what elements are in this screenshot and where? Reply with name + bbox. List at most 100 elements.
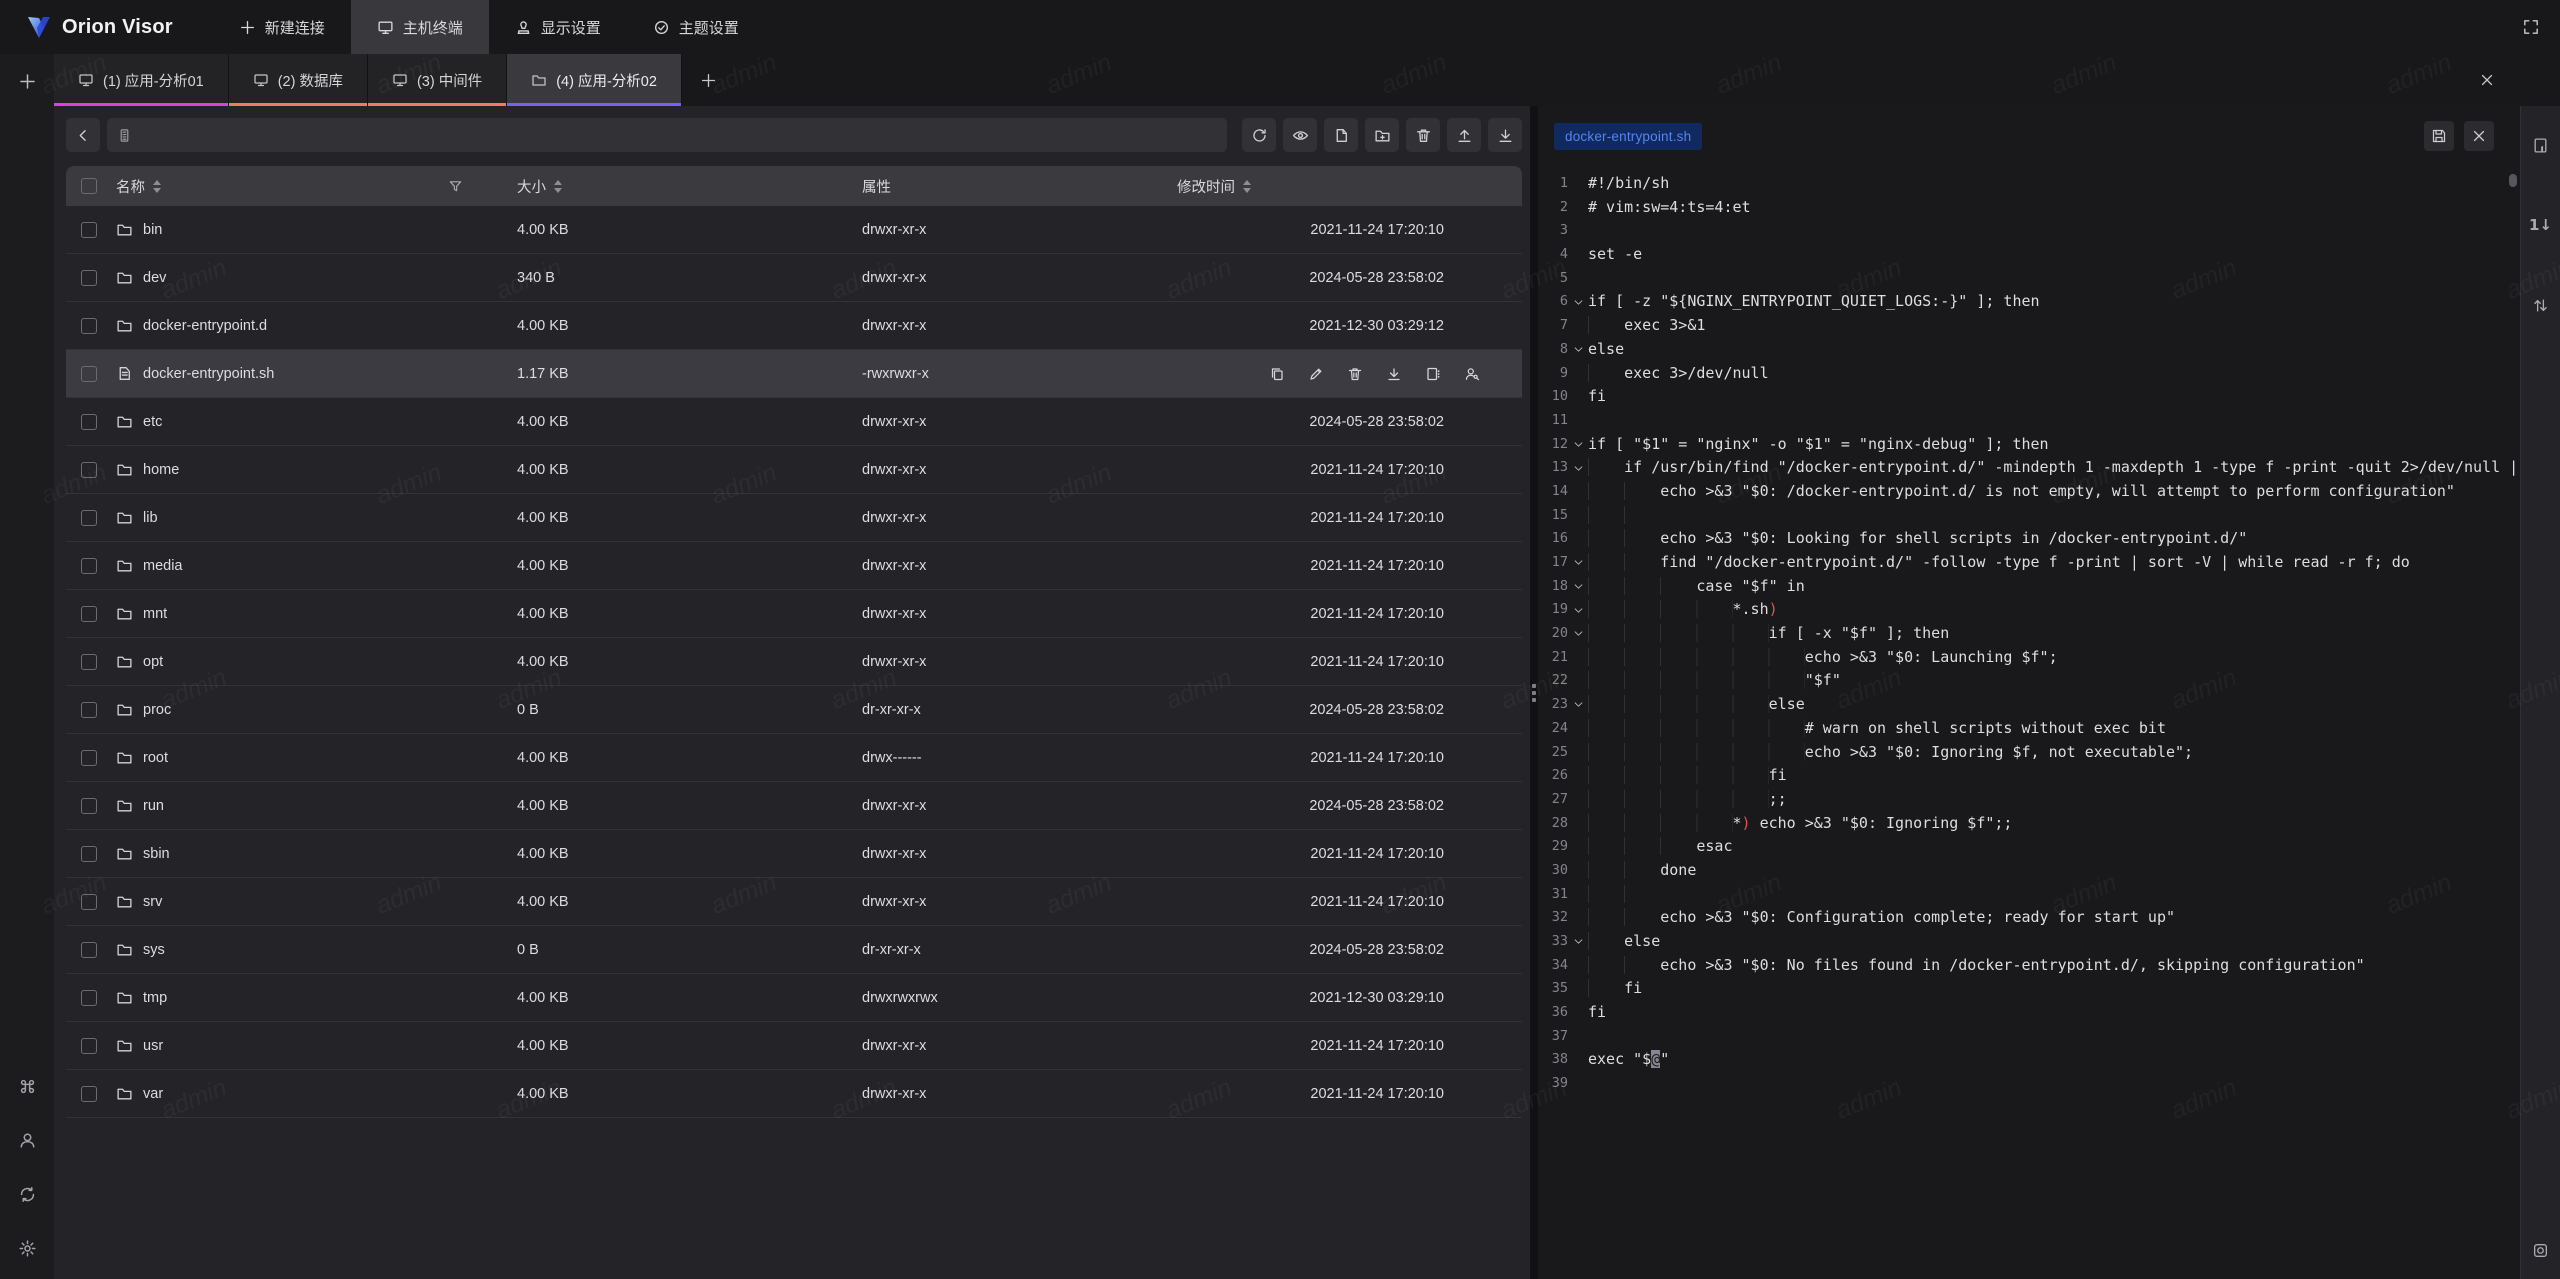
code-line[interactable]: 38exec "$@" bbox=[1538, 1048, 2520, 1072]
code-line[interactable]: 26 fi bbox=[1538, 764, 2520, 788]
refresh-button[interactable] bbox=[1242, 118, 1276, 152]
code-line[interactable]: 24 # warn on shell scripts without exec … bbox=[1538, 717, 2520, 741]
file-row-etc[interactable]: etc4.00 KBdrwxr-xr-x2024-05-28 23:58:02 bbox=[66, 398, 1522, 446]
code-line[interactable]: 13 if /usr/bin/find "/docker-entrypoint.… bbox=[1538, 456, 2520, 480]
code-line[interactable]: 39 bbox=[1538, 1072, 2520, 1096]
code-line[interactable]: 17 find "/docker-entrypoint.d/" -follow … bbox=[1538, 551, 2520, 575]
file-row-media[interactable]: media4.00 KBdrwxr-xr-x2021-11-24 17:20:1… bbox=[66, 542, 1522, 590]
code-line[interactable]: 8else bbox=[1538, 338, 2520, 362]
row-checkbox[interactable] bbox=[81, 942, 97, 958]
code-line[interactable]: 35 fi bbox=[1538, 977, 2520, 1001]
sync-icon[interactable] bbox=[12, 1179, 42, 1209]
file-row-dev[interactable]: dev340 Bdrwxr-xr-x2024-05-28 23:58:02 bbox=[66, 254, 1522, 302]
code-line[interactable]: 2# vim:sw=4:ts=4:et bbox=[1538, 196, 2520, 220]
user-icon[interactable] bbox=[12, 1125, 42, 1155]
file-new-button[interactable] bbox=[1324, 118, 1358, 152]
fold-chevron-icon[interactable] bbox=[1568, 575, 1588, 599]
code-line[interactable]: 14 echo >&3 "$0: /docker-entrypoint.d/ i… bbox=[1538, 480, 2520, 504]
menu-item[interactable]: 主机终端 bbox=[351, 0, 489, 54]
terminal-tab[interactable]: (3) 中间件 bbox=[368, 54, 507, 106]
new-tab-button[interactable] bbox=[682, 54, 735, 106]
code-line[interactable]: 7 exec 3>&1 bbox=[1538, 314, 2520, 338]
menu-item[interactable]: 主题设置 bbox=[627, 0, 765, 54]
close-panel-icon[interactable] bbox=[2472, 65, 2502, 95]
code-line[interactable]: 33 else bbox=[1538, 930, 2520, 954]
code-line[interactable]: 9 exec 3>/dev/null bbox=[1538, 362, 2520, 386]
code-line[interactable]: 36fi bbox=[1538, 1001, 2520, 1025]
file-bookmark-icon[interactable] bbox=[2526, 130, 2556, 160]
code-line[interactable]: 34 echo >&3 "$0: No files found in /dock… bbox=[1538, 954, 2520, 978]
row-checkbox[interactable] bbox=[81, 798, 97, 814]
folder-new-button[interactable] bbox=[1365, 118, 1399, 152]
row-checkbox[interactable] bbox=[81, 654, 97, 670]
menu-item[interactable]: 新建连接 bbox=[213, 0, 351, 54]
file-row-bin[interactable]: bin4.00 KBdrwxr-xr-x2021-11-24 17:20:10 bbox=[66, 206, 1522, 254]
file-row-opt[interactable]: opt4.00 KBdrwxr-xr-x2021-11-24 17:20:10 bbox=[66, 638, 1522, 686]
swap-icon[interactable] bbox=[2526, 290, 2556, 320]
eye-button[interactable] bbox=[1283, 118, 1317, 152]
code-line[interactable]: 11 bbox=[1538, 409, 2520, 433]
row-checkbox[interactable] bbox=[81, 846, 97, 862]
file-row-home[interactable]: home4.00 KBdrwxr-xr-x2021-11-24 17:20:10 bbox=[66, 446, 1522, 494]
camera-icon[interactable] bbox=[2526, 1235, 2556, 1265]
row-pencil-button[interactable] bbox=[1306, 364, 1326, 384]
fullscreen-icon[interactable] bbox=[2516, 12, 2546, 42]
code-line[interactable]: 6if [ -z "${NGINX_ENTRYPOINT_QUIET_LOGS:… bbox=[1538, 290, 2520, 314]
editor-scrollbar-thumb[interactable] bbox=[2509, 174, 2517, 187]
fold-chevron-icon[interactable] bbox=[1568, 622, 1588, 646]
fold-chevron-icon[interactable] bbox=[1568, 338, 1588, 362]
row-checkbox[interactable] bbox=[81, 366, 97, 382]
file-row-mnt[interactable]: mnt4.00 KBdrwxr-xr-x2021-11-24 17:20:10 bbox=[66, 590, 1522, 638]
fold-chevron-icon[interactable] bbox=[1568, 551, 1588, 575]
row-checkbox[interactable] bbox=[81, 1038, 97, 1054]
row-checkbox[interactable] bbox=[81, 1086, 97, 1102]
code-line[interactable]: 21 echo >&3 "$0: Launching $f"; bbox=[1538, 646, 2520, 670]
code-line[interactable]: 28 *) echo >&3 "$0: Ignoring $f";; bbox=[1538, 812, 2520, 836]
fold-chevron-icon[interactable] bbox=[1568, 598, 1588, 622]
panel-splitter[interactable] bbox=[1530, 106, 1538, 1279]
row-checkbox[interactable] bbox=[81, 414, 97, 430]
code-line[interactable]: 31 bbox=[1538, 883, 2520, 907]
file-row-run[interactable]: run4.00 KBdrwxr-xr-x2024-05-28 23:58:02 bbox=[66, 782, 1522, 830]
fold-chevron-icon[interactable] bbox=[1568, 290, 1588, 314]
file-row-lib[interactable]: lib4.00 KBdrwxr-xr-x2021-11-24 17:20:10 bbox=[66, 494, 1522, 542]
code-line[interactable]: 29 esac bbox=[1538, 835, 2520, 859]
code-line[interactable]: 19 *.sh) bbox=[1538, 598, 2520, 622]
row-checkbox[interactable] bbox=[81, 462, 97, 478]
code-line[interactable]: 5 bbox=[1538, 267, 2520, 291]
code-line[interactable]: 25 echo >&3 "$0: Ignoring $f, not execut… bbox=[1538, 741, 2520, 765]
code-line[interactable]: 16 echo >&3 "$0: Looking for shell scrip… bbox=[1538, 527, 2520, 551]
download-button[interactable] bbox=[1488, 118, 1522, 152]
back-button[interactable] bbox=[66, 118, 100, 152]
row-trash-button[interactable] bbox=[1345, 364, 1365, 384]
row-checkbox[interactable] bbox=[81, 894, 97, 910]
brand[interactable]: Orion Visor bbox=[0, 0, 213, 54]
code-line[interactable]: 15 bbox=[1538, 504, 2520, 528]
code-line[interactable]: 32 echo >&3 "$0: Configuration complete;… bbox=[1538, 906, 2520, 930]
row-checkbox[interactable] bbox=[81, 510, 97, 526]
code-line[interactable]: 3 bbox=[1538, 219, 2520, 243]
code-line[interactable]: 4set -e bbox=[1538, 243, 2520, 267]
terminal-tab[interactable]: (4) 应用-分析02 bbox=[507, 54, 682, 106]
row-checkbox[interactable] bbox=[81, 606, 97, 622]
file-row-usr[interactable]: usr4.00 KBdrwxr-xr-x2021-11-24 17:20:10 bbox=[66, 1022, 1522, 1070]
save-file-icon[interactable] bbox=[2424, 121, 2454, 151]
sort-mtime[interactable] bbox=[1243, 180, 1251, 193]
code-line[interactable]: 23 else bbox=[1538, 693, 2520, 717]
file-row-srv[interactable]: srv4.00 KBdrwxr-xr-x2021-11-24 17:20:10 bbox=[66, 878, 1522, 926]
code-line[interactable]: 20 if [ -x "$f" ]; then bbox=[1538, 622, 2520, 646]
code-line[interactable]: 12if [ "$1" = "nginx" -o "$1" = "nginx-d… bbox=[1538, 433, 2520, 457]
file-row-docker-entrypoint.sh[interactable]: docker-entrypoint.sh1.17 KB-rwxrwxr-x bbox=[66, 350, 1522, 398]
code-line[interactable]: 18 case "$f" in bbox=[1538, 575, 2520, 599]
file-row-root[interactable]: root4.00 KBdrwx------2021-11-24 17:20:10 bbox=[66, 734, 1522, 782]
fold-chevron-icon[interactable] bbox=[1568, 433, 1588, 457]
code-line[interactable]: 10fi bbox=[1538, 385, 2520, 409]
row-download-button[interactable] bbox=[1384, 364, 1404, 384]
fold-chevron-icon[interactable] bbox=[1568, 693, 1588, 717]
gear-icon[interactable] bbox=[12, 1233, 42, 1263]
code-line[interactable]: 27 ;; bbox=[1538, 788, 2520, 812]
sort-name[interactable] bbox=[153, 180, 161, 193]
new-tab-side-icon[interactable] bbox=[12, 66, 42, 96]
terminal-tab[interactable]: (1) 应用-分析01 bbox=[54, 54, 229, 106]
file-row-sys[interactable]: sys0 Bdr-xr-xr-x2024-05-28 23:58:02 bbox=[66, 926, 1522, 974]
